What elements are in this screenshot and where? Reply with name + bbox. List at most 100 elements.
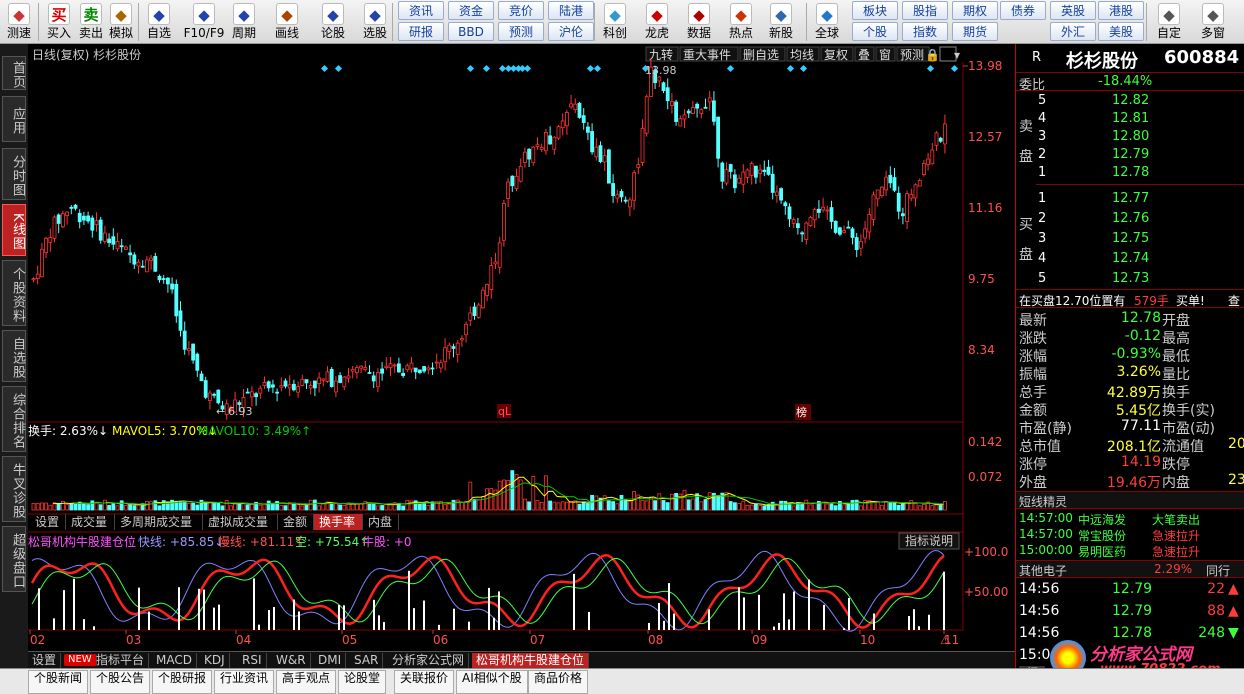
- toolbar-globe-button[interactable]: ◆ 全球: [810, 1, 844, 43]
- candle-body: [817, 208, 821, 213]
- sector-tab[interactable]: 同行: [1206, 562, 1230, 579]
- buy-level[interactable]: 4 12.74: [1016, 251, 1244, 269]
- candle-body: [552, 136, 557, 150]
- left-tab-综合排名[interactable]: 综合排名: [2, 386, 26, 452]
- sell-level[interactable]: 3 12.80: [1016, 129, 1244, 147]
- volume-subtab[interactable]: 金额: [278, 514, 314, 530]
- quick-指数-button[interactable]: 指数: [902, 22, 948, 41]
- toolbar-clock-button[interactable]: ◆ 测速: [2, 1, 36, 43]
- quick-美股-button[interactable]: 美股: [1098, 22, 1144, 41]
- stat-key2: 跌停: [1162, 457, 1190, 473]
- indicator-tab[interactable]: RSI: [238, 653, 267, 668]
- quick-板块-button[interactable]: 板块: [852, 1, 898, 20]
- sell-level[interactable]: 5 12.82: [1016, 93, 1244, 111]
- quick-BBD-button[interactable]: BBD: [448, 22, 494, 41]
- sell-level[interactable]: 4 12.81: [1016, 111, 1244, 129]
- status-tab[interactable]: 高手观点: [276, 670, 337, 694]
- toolbar-data-button[interactable]: ◆ 数据: [682, 1, 716, 43]
- indicator-tab[interactable]: 设置: [28, 653, 62, 668]
- clock-icon: ◆: [8, 3, 30, 25]
- toolbar-sell-button[interactable]: 卖卖出: [74, 1, 108, 43]
- toolbar-select-button[interactable]: ◆ 选股: [358, 1, 392, 43]
- indicator-tab[interactable]: SAR: [350, 653, 384, 668]
- buy-level[interactable]: 2 12.76: [1016, 211, 1244, 229]
- quick-债券-button[interactable]: 债券: [1000, 1, 1046, 20]
- sector-bar[interactable]: 其他电子 2.29% 同行: [1016, 560, 1244, 578]
- volume-bar: [854, 499, 859, 511]
- candle-body: [514, 175, 519, 189]
- chart-header-button-label: 删自选: [743, 48, 779, 62]
- left-tab-自选股[interactable]: 自选股: [2, 330, 26, 382]
- volume-subtab[interactable]: 虚拟成交量: [203, 514, 278, 530]
- indicator-tab[interactable]: MACD: [152, 653, 197, 668]
- toolbar-pen-button[interactable]: ◆ 画线: [270, 1, 304, 43]
- kline-chart-svg[interactable]: 日线(复权) 杉杉股份 九转 重大事件 删自选 均线 复权叠窗预测 🔒 ▾ 13.98 …: [28, 44, 1015, 652]
- sell-level[interactable]: 1 12.78: [1016, 165, 1244, 183]
- toolbar-multiwin-button[interactable]: ◆ 多窗: [1196, 1, 1230, 43]
- quick-陆港-button[interactable]: 陆港: [548, 1, 594, 20]
- quick-股指-button[interactable]: 股指: [902, 1, 948, 20]
- quick-英股-button[interactable]: 英股: [1050, 1, 1096, 20]
- left-tab-超级盘口[interactable]: 超级盘口: [2, 526, 26, 592]
- left-tab-K线图[interactable]: K线图: [2, 204, 26, 256]
- toolbar-kechuang-button[interactable]: ◆ 科创: [598, 1, 632, 43]
- status-tab[interactable]: 个股新闻: [28, 670, 89, 694]
- buy-level[interactable]: 3 12.75: [1016, 231, 1244, 249]
- indicator-tab[interactable]: KDJ: [200, 653, 230, 668]
- quick-个股-button[interactable]: 个股: [852, 22, 898, 41]
- quick-期货-button[interactable]: 期货: [952, 22, 998, 41]
- lock-icon[interactable]: 🔒: [925, 48, 940, 62]
- status-tab[interactable]: 商品价格: [528, 670, 589, 694]
- short-event[interactable]: 15:00:00 易明医药 急速拉升: [1016, 543, 1244, 561]
- indicator-tab[interactable]: 松哥机构牛股建仓位: [472, 653, 590, 668]
- status-tab[interactable]: 个股公告: [90, 670, 151, 694]
- status-tab[interactable]: AI相似个股: [456, 670, 528, 694]
- status-tab[interactable]: 行业资讯: [214, 670, 275, 694]
- toolbar-star-button[interactable]: ◆ 自选: [142, 1, 176, 43]
- quick-期权-button[interactable]: 期权: [952, 1, 998, 20]
- toolbar-discuss-button[interactable]: ◆ 论股: [316, 1, 350, 43]
- status-tab[interactable]: 关联报价: [394, 670, 455, 694]
- quick-沪伦-button[interactable]: 沪伦: [548, 22, 594, 41]
- toolbar-hammer-button[interactable]: ◆ 模拟: [104, 1, 138, 43]
- left-tab-应用[interactable]: 应用: [2, 96, 26, 142]
- volume-subtab[interactable]: 成交量: [66, 514, 115, 530]
- volume-subtab[interactable]: 设置: [30, 514, 66, 530]
- left-tab-牛叉诊股[interactable]: 牛叉诊股: [2, 456, 26, 522]
- volume-subtab[interactable]: 换手率: [314, 514, 363, 530]
- alert-triangle-icon[interactable]: ⚠: [940, 633, 951, 647]
- sell-level[interactable]: 2 12.79: [1016, 147, 1244, 165]
- toolbar-buy-button[interactable]: 买买入: [42, 1, 76, 43]
- toolbar-newstock-button[interactable]: ◆ 新股: [764, 1, 798, 43]
- status-tab[interactable]: 论股堂: [338, 670, 387, 694]
- kline-chart-area[interactable]: 日线(复权) 杉杉股份 九转 重大事件 删自选 均线 复权叠窗预测 🔒 ▾ 13.98 …: [28, 44, 1015, 652]
- toolbar-f10-button[interactable]: ◆ F10/F9: [182, 1, 226, 43]
- quick-研报-button[interactable]: 研报: [398, 22, 444, 41]
- left-tab-个股资料[interactable]: 个股资料: [2, 260, 26, 326]
- toolbar-hot-button[interactable]: ◆ 热点: [724, 1, 758, 43]
- quick-外汇-button[interactable]: 外汇: [1050, 22, 1096, 41]
- indicator-tab[interactable]: DMI: [314, 653, 347, 668]
- volume-subtab[interactable]: 内盘: [363, 514, 399, 530]
- quick-预测-button[interactable]: 预测: [498, 22, 544, 41]
- status-tab[interactable]: 个股研报: [152, 670, 213, 694]
- chevron-down-icon[interactable]: ▾: [954, 48, 960, 62]
- volume-subtab[interactable]: 多周期成交量: [115, 514, 203, 530]
- quick-资讯-button[interactable]: 资讯: [398, 1, 444, 20]
- left-tab-分时图[interactable]: 分时图: [2, 148, 26, 200]
- short-title-bar[interactable]: 短线精灵: [1016, 491, 1244, 509]
- quick-竞价-button[interactable]: 竞价: [498, 1, 544, 20]
- left-tab-首页[interactable]: 首页: [2, 56, 26, 90]
- toolbar-cycle-button[interactable]: ◆ 周期: [227, 1, 261, 43]
- indicator-tab[interactable]: 指标平台: [92, 653, 150, 668]
- quick-资金-button[interactable]: 资金: [448, 1, 494, 20]
- indicator-tab[interactable]: 分析家公式网: [388, 653, 470, 668]
- toolbar-custom-button[interactable]: ◆ 自定: [1152, 1, 1186, 43]
- big-order-note[interactable]: 在买盘12.70位置有 579手 买单! 查: [1016, 289, 1244, 308]
- quick-港股-button[interactable]: 港股: [1098, 1, 1144, 20]
- buy-level[interactable]: 5 12.73: [1016, 271, 1244, 289]
- vol-legend-turnover: 换手: 2.63%↓: [28, 424, 108, 438]
- buy-level[interactable]: 1 12.77: [1016, 191, 1244, 209]
- indicator-tab[interactable]: W&R: [272, 653, 311, 668]
- toolbar-longhu-button[interactable]: ◆ 龙虎: [640, 1, 674, 43]
